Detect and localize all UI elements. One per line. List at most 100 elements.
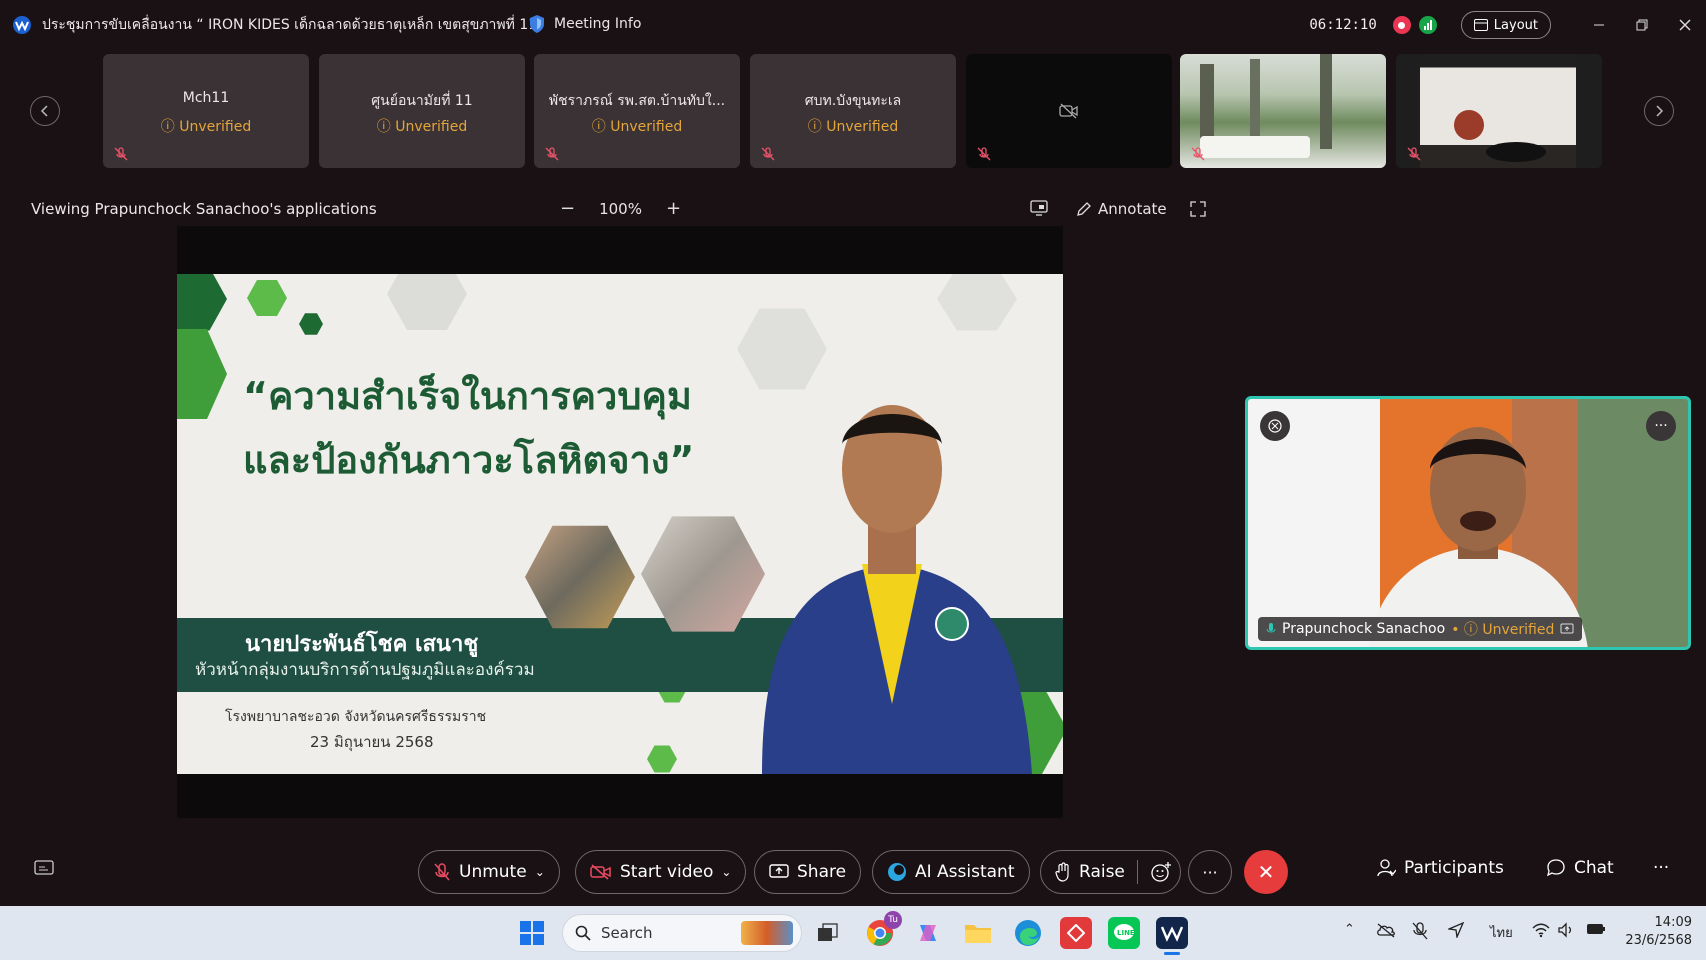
annotate-label: Annotate <box>1098 200 1167 218</box>
ai-assistant-label: AI Assistant <box>915 862 1015 882</box>
location-icon[interactable] <box>1448 922 1464 938</box>
participant-name: พัชราภรณ์ รพ.สต.บ้านทับใ... <box>548 93 726 109</box>
participant-status: ⓘ Unverified <box>160 119 252 135</box>
windows-start-icon[interactable] <box>519 920 545 946</box>
restore-icon <box>1636 19 1647 31</box>
muted-mic-icon <box>114 147 128 161</box>
fullscreen-icon[interactable] <box>1190 201 1206 217</box>
volume-icon[interactable] <box>1558 922 1576 938</box>
battery-icon[interactable] <box>1586 922 1606 936</box>
mic-icon <box>1266 623 1276 633</box>
speaker-video-status: • ⓘ Unverified <box>1451 622 1555 638</box>
participant-name: ศูนย์อนามัยที่ 11 <box>371 93 473 109</box>
muted-mic-icon <box>434 863 450 881</box>
divider <box>1136 860 1138 884</box>
more-icon: ··· <box>1654 418 1668 434</box>
screen-share-view-icon[interactable] <box>1030 200 1048 216</box>
strip-prev-button[interactable] <box>30 96 60 126</box>
mic-muted-tray-icon[interactable] <box>1412 922 1428 940</box>
chevron-down-icon[interactable]: ⌄ <box>721 865 731 879</box>
participants-icon <box>1377 859 1396 877</box>
participant-tile[interactable]: ศบท.บังขุนทะเล ⓘ Unverified <box>750 54 956 168</box>
share-label: Share <box>797 862 847 882</box>
start-video-button[interactable]: Start video ⌄ <box>575 850 747 894</box>
taskbar-search-box[interactable]: Search <box>562 914 802 952</box>
share-view-toolbar: Viewing Prapunchock Sanachoo's applicati… <box>0 192 1706 228</box>
minimize-button[interactable] <box>1577 0 1620 50</box>
start-video-label: Start video <box>620 862 714 882</box>
viewing-label: Viewing Prapunchock Sanachoo's applicati… <box>31 200 377 218</box>
leave-meeting-button[interactable]: ✕ <box>1244 850 1288 894</box>
participant-tile[interactable]: ศูนย์อนามัยที่ 11 ⓘ Unverified <box>319 54 525 168</box>
file-explorer-icon[interactable] <box>962 917 994 949</box>
zoom-in-button[interactable]: + <box>666 198 681 219</box>
layout-label: Layout <box>1493 17 1538 33</box>
anydesk-icon[interactable] <box>1060 917 1092 949</box>
zoom-out-button[interactable]: − <box>560 198 575 219</box>
raise-hand-button[interactable]: Raise <box>1040 850 1181 894</box>
chevron-down-icon[interactable]: ⌄ <box>535 865 545 879</box>
participant-strip: Mch11 ⓘ Unverified ศูนย์อนามัยที่ 11 ⓘ U… <box>16 50 1690 170</box>
participant-name: ศบท.บังขุนทะเล <box>804 93 902 109</box>
speaker-role: หัวหน้ากลุ่มงานบริการด้านปฐมภูมิและองค์ร… <box>195 660 535 680</box>
participants-button[interactable]: Participants <box>1376 858 1504 878</box>
wifi-icon[interactable] <box>1532 922 1550 938</box>
closed-captions-icon[interactable] <box>34 860 54 878</box>
participant-tile[interactable]: พัชราภรณ์ รพ.สต.บ้านทับใ... ⓘ Unverified <box>534 54 740 168</box>
taskbar-clock[interactable]: 14:09 23/6/2568 <box>1625 914 1692 950</box>
edge-icon[interactable] <box>1012 917 1044 949</box>
organization: โรงพยาบาลชะอวด จังหวัดนครศรีธรรมราช <box>225 709 487 725</box>
meeting-title: ประชุมการขับเคลื่อนงาน “ IRON KIDES เด็ก… <box>42 17 532 33</box>
recording-indicator-icon[interactable] <box>1392 16 1411 34</box>
video-more-options-button[interactable]: ··· <box>1646 411 1676 441</box>
close-window-button[interactable] <box>1663 0 1706 50</box>
decor-hexagon <box>387 274 467 330</box>
active-speaker-video[interactable]: ··· Prapunchock Sanachoo • ⓘ Unverified <box>1245 396 1691 650</box>
onedrive-icon[interactable] <box>1376 922 1396 938</box>
shield-icon <box>530 15 544 33</box>
ai-assistant-button[interactable]: AI Assistant <box>872 850 1030 894</box>
layout-button[interactable]: Layout <box>1460 11 1551 39</box>
participants-label: Participants <box>1404 858 1504 878</box>
participant-tile-camera-off[interactable] <box>966 54 1172 168</box>
close-icon <box>1268 419 1282 433</box>
strip-next-button[interactable] <box>1644 96 1674 126</box>
participant-video-tile[interactable] <box>1180 54 1386 168</box>
clock-time: 14:09 <box>1654 915 1692 930</box>
webex-taskbar-icon[interactable] <box>1156 917 1188 955</box>
network-health-icon[interactable] <box>1418 16 1437 34</box>
participant-tile[interactable]: Mch11 ⓘ Unverified <box>103 54 309 168</box>
participant-video-tile[interactable] <box>1396 54 1602 168</box>
slide-title-line-1: “ความสำเร็จในการควบคุม <box>243 374 692 418</box>
ai-assistant-icon <box>888 863 906 881</box>
decor-hexagon <box>177 274 227 331</box>
muted-mic-icon <box>977 147 991 161</box>
unpin-video-button[interactable] <box>1260 411 1290 441</box>
meeting-timer: 06:12:10 <box>1309 17 1377 33</box>
copilot-icon[interactable] <box>912 917 944 949</box>
unmute-button[interactable]: Unmute ⌄ <box>418 850 560 894</box>
meeting-info-button[interactable]: Meeting Info <box>528 14 641 34</box>
reactions-icon[interactable] <box>1150 861 1172 883</box>
more-options-button[interactable]: ··· <box>1188 850 1232 894</box>
restore-button[interactable] <box>1620 0 1663 50</box>
muted-mic-icon <box>1407 147 1421 161</box>
decor-hexagon <box>247 280 287 316</box>
line-app-icon[interactable]: LINE <box>1108 917 1140 949</box>
chrome-icon[interactable]: Tu <box>864 911 902 949</box>
input-language[interactable]: ไทย <box>1490 922 1513 943</box>
title-bar: ประชุมการขับเคลื่อนงาน “ IRON KIDES เด็ก… <box>0 0 1706 50</box>
share-button[interactable]: Share <box>754 850 862 894</box>
webex-logo-icon <box>13 16 31 34</box>
annotate-button[interactable]: Annotate <box>1076 200 1167 218</box>
task-view-icon[interactable] <box>812 917 844 949</box>
tray-chevron-up-icon[interactable]: ⌃ <box>1344 922 1355 937</box>
sharing-icon <box>1560 623 1574 634</box>
speaker-portrait <box>762 405 1032 774</box>
panel-more-button[interactable]: ··· <box>1653 858 1669 878</box>
chat-button[interactable]: Chat <box>1546 858 1614 878</box>
raise-label: Raise <box>1079 862 1125 882</box>
muted-mic-icon <box>761 147 775 161</box>
close-icon <box>1679 19 1690 31</box>
slide-title-line-2: และป้องกันภาวะโลหิตจาง” <box>243 438 695 482</box>
